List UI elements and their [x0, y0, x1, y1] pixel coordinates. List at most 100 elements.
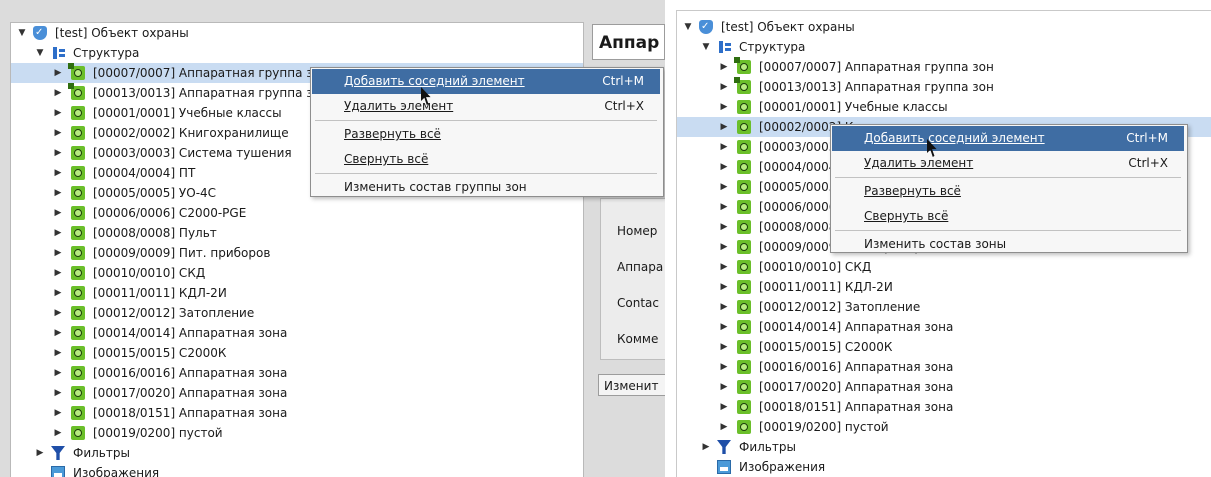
- tree-item-label: [00019/0200] пустой: [93, 426, 223, 440]
- tree-node-filters[interactable]: ▶ Фильтры: [677, 437, 1211, 457]
- expand-arrow-icon[interactable]: ▶: [53, 83, 63, 103]
- tree-item[interactable]: ▶ [00010/0010] СКД: [11, 263, 583, 283]
- expand-arrow-icon[interactable]: ▶: [719, 377, 729, 397]
- expand-arrow-icon[interactable]: ▶: [719, 197, 729, 217]
- tree-item[interactable]: ▶ [00001/0001] Учебные классы: [677, 97, 1211, 117]
- expand-arrow-icon[interactable]: ▶: [719, 77, 729, 97]
- collapse-arrow-icon[interactable]: ▼: [701, 37, 711, 57]
- tree-item[interactable]: ▶ [00012/0012] Затопление: [11, 303, 583, 323]
- tree-item[interactable]: ▶ [00011/0011] КДЛ-2И: [677, 277, 1211, 297]
- expand-arrow-icon[interactable]: ▶: [53, 323, 63, 343]
- tree-item[interactable]: ▶ [00009/0009] Пит. приборов: [11, 243, 583, 263]
- expand-arrow-icon[interactable]: ▶: [35, 443, 45, 463]
- tree-item[interactable]: ▶ [00019/0200] пустой: [11, 423, 583, 443]
- context-menu-item[interactable]: Развернуть всё: [312, 122, 660, 147]
- expand-arrow-icon[interactable]: ▶: [719, 297, 729, 317]
- tree-node-images[interactable]: Изображения: [677, 457, 1211, 477]
- expand-arrow-icon[interactable]: ▶: [701, 437, 711, 457]
- expand-arrow-icon[interactable]: ▶: [719, 277, 729, 297]
- expand-arrow-icon[interactable]: ▶: [53, 103, 63, 123]
- expand-arrow-icon[interactable]: ▶: [53, 403, 63, 423]
- expand-arrow-icon[interactable]: ▶: [53, 423, 63, 443]
- tree-item[interactable]: ▶ [00013/0013] Аппаратная группа зон: [677, 77, 1211, 97]
- expand-arrow-icon[interactable]: ▶: [53, 183, 63, 203]
- expand-arrow-icon[interactable]: ▶: [719, 177, 729, 197]
- expand-arrow-icon[interactable]: ▶: [53, 143, 63, 163]
- expand-arrow-icon[interactable]: ▶: [719, 357, 729, 377]
- expand-arrow-icon[interactable]: ▶: [53, 283, 63, 303]
- tree-item[interactable]: ▶ [00012/0012] Затопление: [677, 297, 1211, 317]
- context-menu-item[interactable]: Свернуть всё: [832, 204, 1184, 229]
- tree-item[interactable]: ▶ [00015/0015] С2000К: [11, 343, 583, 363]
- expand-arrow-icon[interactable]: ▶: [53, 363, 63, 383]
- tree-item[interactable]: ▶ [00018/0151] Аппаратная зона: [677, 397, 1211, 417]
- expand-arrow-icon[interactable]: ▶: [719, 157, 729, 177]
- expand-arrow-icon[interactable]: ▶: [719, 57, 729, 77]
- zone-icon: [71, 426, 85, 440]
- tree-item-label: [00005/0005] УО-4С: [93, 186, 217, 200]
- tree-item[interactable]: ▶ [00008/0008] Пульт: [11, 223, 583, 243]
- context-menu-item[interactable]: Развернуть всё: [832, 179, 1184, 204]
- context-menu-item[interactable]: Изменить состав группы зон: [312, 175, 660, 200]
- tree-item-label: [00001/0001] Учебные классы: [759, 100, 948, 114]
- tree-item[interactable]: ▶ [00011/0011] КДЛ-2И: [11, 283, 583, 303]
- tree-node-root[interactable]: ▼ [test] Объект охраны: [11, 23, 583, 43]
- expand-arrow-icon[interactable]: ▶: [53, 63, 63, 83]
- structure-label: Структура: [739, 40, 806, 54]
- zone-icon: [737, 180, 751, 194]
- tree-item[interactable]: ▶ [00006/0006] С2000-PGE: [11, 203, 583, 223]
- tree-item[interactable]: ▶ [00018/0151] Аппаратная зона: [11, 403, 583, 423]
- expand-arrow-icon[interactable]: ▶: [53, 163, 63, 183]
- tree-item[interactable]: ▶ [00014/0014] Аппаратная зона: [677, 317, 1211, 337]
- zone-icon: [737, 220, 751, 234]
- collapse-arrow-icon[interactable]: ▼: [17, 23, 27, 43]
- context-menu-item[interactable]: Изменить состав зоны: [832, 232, 1184, 257]
- context-menu-item[interactable]: Добавить соседний элемент Ctrl+M: [832, 126, 1184, 151]
- tree-item[interactable]: ▶ [00007/0007] Аппаратная группа зон: [677, 57, 1211, 77]
- expand-arrow-icon[interactable]: ▶: [53, 123, 63, 143]
- expand-arrow-icon[interactable]: ▶: [719, 397, 729, 417]
- collapse-arrow-icon[interactable]: ▼: [35, 43, 45, 63]
- expand-arrow-icon[interactable]: ▶: [719, 137, 729, 157]
- expand-arrow-icon[interactable]: ▶: [53, 343, 63, 363]
- expand-arrow-icon[interactable]: ▶: [719, 217, 729, 237]
- tree-node-root[interactable]: ▼ [test] Объект охраны: [677, 17, 1211, 37]
- tree-item[interactable]: ▶ [00017/0020] Аппаратная зона: [11, 383, 583, 403]
- zone-icon: [71, 266, 85, 280]
- tree-item-label: [00018/0151] Аппаратная зона: [93, 406, 288, 420]
- expand-arrow-icon[interactable]: ▶: [719, 97, 729, 117]
- expand-arrow-icon[interactable]: ▶: [719, 257, 729, 277]
- context-menu-item[interactable]: Свернуть всё: [312, 147, 660, 172]
- context-menu-item[interactable]: Удалить элемент Ctrl+X: [312, 94, 660, 119]
- tree-item[interactable]: ▶ [00016/0016] Аппаратная зона: [11, 363, 583, 383]
- tree-item[interactable]: ▶ [00016/0016] Аппаратная зона: [677, 357, 1211, 377]
- expand-arrow-icon[interactable]: ▶: [53, 383, 63, 403]
- tree-node-structure[interactable]: ▼ Структура: [11, 43, 583, 63]
- expand-arrow-icon[interactable]: ▶: [719, 417, 729, 437]
- expand-arrow-icon[interactable]: ▶: [53, 263, 63, 283]
- expand-arrow-icon[interactable]: ▶: [53, 303, 63, 323]
- context-menu-item[interactable]: Добавить соседний элемент Ctrl+M: [312, 69, 660, 94]
- tree-node-structure[interactable]: ▼ Структура: [677, 37, 1211, 57]
- expand-arrow-icon[interactable]: ▶: [719, 337, 729, 357]
- tree-item[interactable]: ▶ [00019/0200] пустой: [677, 417, 1211, 437]
- context-menu-item[interactable]: Удалить элемент Ctrl+X: [832, 151, 1184, 176]
- tree-item[interactable]: ▶ [00017/0020] Аппаратная зона: [677, 377, 1211, 397]
- tree-item-label: [00015/0015] С2000К: [93, 346, 227, 360]
- expand-arrow-icon[interactable]: ▶: [719, 237, 729, 257]
- tree-item[interactable]: ▶ [00015/0015] С2000К: [677, 337, 1211, 357]
- expand-arrow-icon[interactable]: ▶: [53, 223, 63, 243]
- expand-arrow-icon[interactable]: ▶: [719, 317, 729, 337]
- change-button[interactable]: Изменит: [598, 374, 665, 396]
- tree-item[interactable]: ▶ [00014/0014] Аппаратная зона: [11, 323, 583, 343]
- context-menu: Добавить соседний элемент Ctrl+M Удалить э…: [310, 67, 664, 197]
- structure-icon: [717, 40, 733, 54]
- tree-node-images[interactable]: Изображения: [11, 463, 583, 477]
- tree-item-label: [00007/0007] Аппаратная группа зон: [759, 60, 994, 74]
- expand-arrow-icon[interactable]: ▶: [53, 243, 63, 263]
- expand-arrow-icon[interactable]: ▶: [53, 203, 63, 223]
- tree-item[interactable]: ▶ [00010/0010] СКД: [677, 257, 1211, 277]
- expand-arrow-icon[interactable]: ▶: [719, 117, 729, 137]
- collapse-arrow-icon[interactable]: ▼: [683, 17, 693, 37]
- tree-node-filters[interactable]: ▶ Фильтры: [11, 443, 583, 463]
